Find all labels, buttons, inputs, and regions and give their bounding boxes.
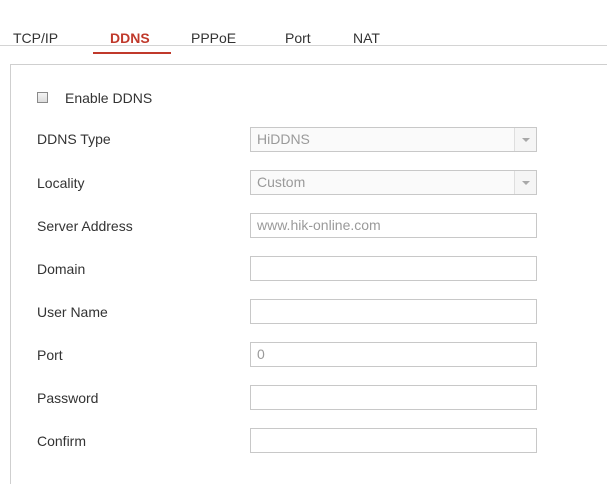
user-name-input[interactable]: [250, 299, 537, 324]
tab-ddns[interactable]: DDNS: [110, 30, 150, 46]
chevron-down-icon: [514, 128, 536, 151]
tab-tcpip[interactable]: TCP/IP: [13, 30, 58, 46]
ddns-type-select[interactable]: HiDDNS: [250, 127, 537, 152]
tab-bar: TCP/IP DDNS PPPoE Port NAT: [0, 0, 607, 46]
confirm-label: Confirm: [37, 433, 87, 449]
user-name-label: User Name: [37, 304, 108, 320]
port-input[interactable]: 0: [250, 342, 537, 367]
locality-value: Custom: [257, 174, 306, 190]
server-address-input[interactable]: www.hik-online.com: [250, 213, 537, 238]
tab-port[interactable]: Port: [285, 30, 311, 46]
confirm-input[interactable]: [250, 428, 537, 453]
ddns-type-label: DDNS Type: [37, 131, 111, 147]
ddns-type-value: HiDDNS: [257, 131, 310, 147]
active-tab-underline: [93, 52, 171, 54]
locality-label: Locality: [37, 175, 85, 191]
password-label: Password: [37, 390, 99, 406]
server-address-label: Server Address: [37, 218, 133, 234]
password-input[interactable]: [250, 385, 537, 410]
tab-pppoe[interactable]: PPPoE: [191, 30, 236, 46]
tab-nat[interactable]: NAT: [353, 30, 380, 46]
domain-input[interactable]: [250, 256, 537, 281]
domain-label: Domain: [37, 261, 86, 277]
enable-ddns-label: Enable DDNS: [65, 90, 153, 106]
enable-ddns-checkbox[interactable]: [37, 92, 48, 103]
chevron-down-icon: [514, 171, 536, 194]
port-label: Port: [37, 347, 63, 363]
locality-select[interactable]: Custom: [250, 170, 537, 195]
